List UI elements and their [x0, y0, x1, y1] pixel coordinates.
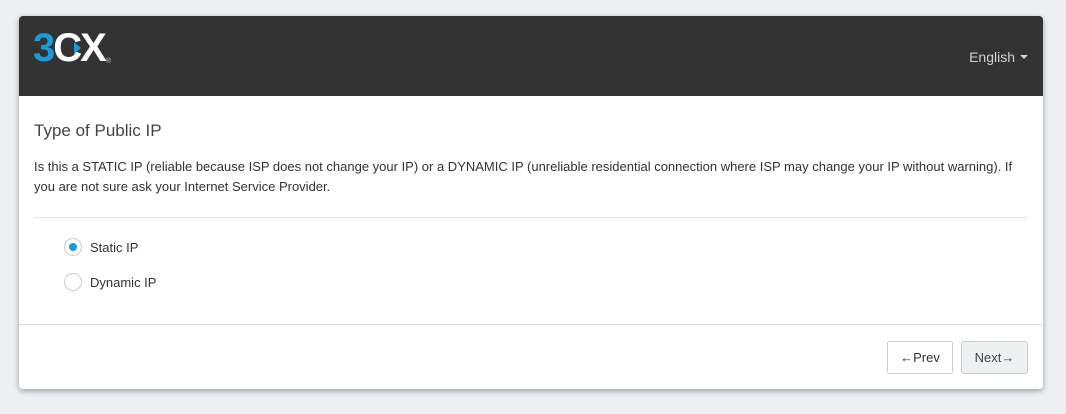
divider — [34, 217, 1028, 218]
radio-option-static-ip[interactable]: Static IP — [64, 238, 138, 256]
3cx-logo: 3 CX ® — [33, 28, 111, 68]
radio-option-dynamic-ip[interactable]: Dynamic IP — [64, 273, 156, 291]
page-description: Is this a STATIC IP (reliable because IS… — [34, 159, 1013, 194]
language-dropdown[interactable]: English — [969, 49, 1028, 65]
wizard-card: 3 CX ® English Type of Public IP Is this… — [19, 16, 1043, 389]
wizard-body: Type of Public IP Is this a STATIC IP (r… — [19, 96, 1043, 324]
page-title: Type of Public IP — [34, 121, 162, 140]
radio-label-static-ip: Static IP — [90, 239, 139, 255]
next-button[interactable]: Next→ — [961, 341, 1028, 374]
logo-trademark: ® — [105, 58, 111, 65]
radio-selected-dot — [69, 243, 77, 251]
logo-cx: CX — [53, 28, 107, 68]
radio-button-static-ip[interactable] — [64, 238, 82, 256]
radio-button-dynamic-ip[interactable] — [64, 273, 82, 291]
language-label: English — [969, 49, 1015, 65]
logo-three: 3 — [33, 26, 55, 70]
radio-label-dynamic-ip: Dynamic IP — [90, 274, 157, 290]
top-bar: 3 CX ® English — [19, 16, 1043, 96]
caret-down-icon — [1020, 55, 1028, 59]
wizard-footer: ←Prev Next→ — [19, 324, 1043, 389]
prev-button[interactable]: ←Prev — [887, 341, 953, 374]
logo-arrow-icon — [74, 42, 82, 54]
